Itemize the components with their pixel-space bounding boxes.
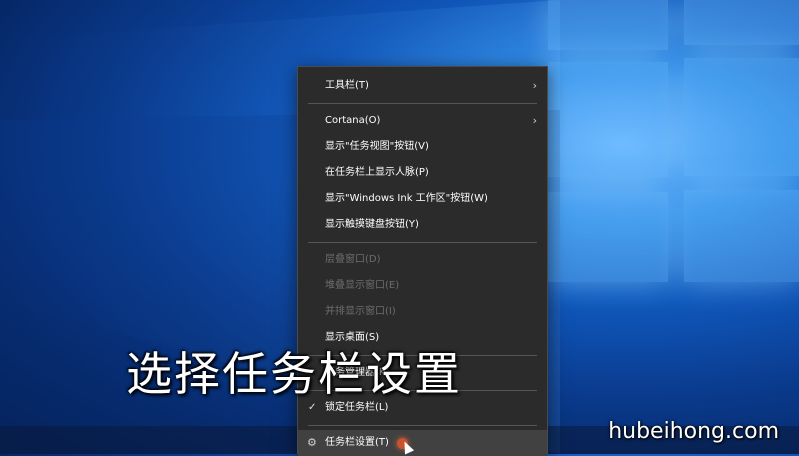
gear-icon: ⚙ [307,436,317,449]
menu-separator [308,425,537,426]
menu-item-taskbar-settings[interactable]: ⚙ 任务栏设置(T) [298,430,547,456]
menu-item-show-people[interactable]: 在任务栏上显示人脉(P) [298,160,547,186]
video-caption: 选择任务栏设置 [126,347,462,401]
menu-item-show-task-view-button[interactable]: 显示"任务视图"按钮(V) [298,134,547,160]
chevron-right-icon: › [532,114,537,127]
menu-item-label: 层叠窗口(D) [325,254,381,265]
menu-item-label: 任务栏设置(T) [325,437,389,448]
menu-item-cortana[interactable]: Cortana(O) › [298,108,547,134]
menu-item-label: 并排显示窗口(I) [325,306,396,317]
menu-item-label: 显示"任务视图"按钮(V) [325,141,429,152]
menu-item-label: 堆叠显示窗口(E) [325,280,400,291]
menu-separator [308,242,537,243]
menu-item-label: 显示触摸键盘按钮(Y) [325,219,419,230]
watermark: hubeihong.com [608,419,779,444]
menu-separator [308,103,537,104]
menu-item-cascade-windows: 层叠窗口(D) [298,247,547,273]
menu-item-label: 工具栏(T) [325,80,369,91]
chevron-right-icon: › [532,79,537,92]
menu-item-show-touch-keyboard-button[interactable]: 显示触摸键盘按钮(Y) [298,212,547,238]
menu-item-toolbars[interactable]: 工具栏(T) › [298,73,547,99]
menu-item-label: 在任务栏上显示人脉(P) [325,167,429,178]
menu-item-label: Cortana(O) [325,115,381,126]
menu-item-side-by-side-windows: 并排显示窗口(I) [298,299,547,325]
menu-item-label: 显示"Windows Ink 工作区"按钮(W) [325,193,488,204]
menu-item-stack-windows: 堆叠显示窗口(E) [298,273,547,299]
menu-item-show-windows-ink-button[interactable]: 显示"Windows Ink 工作区"按钮(W) [298,186,547,212]
mouse-pointer-icon [399,439,415,455]
